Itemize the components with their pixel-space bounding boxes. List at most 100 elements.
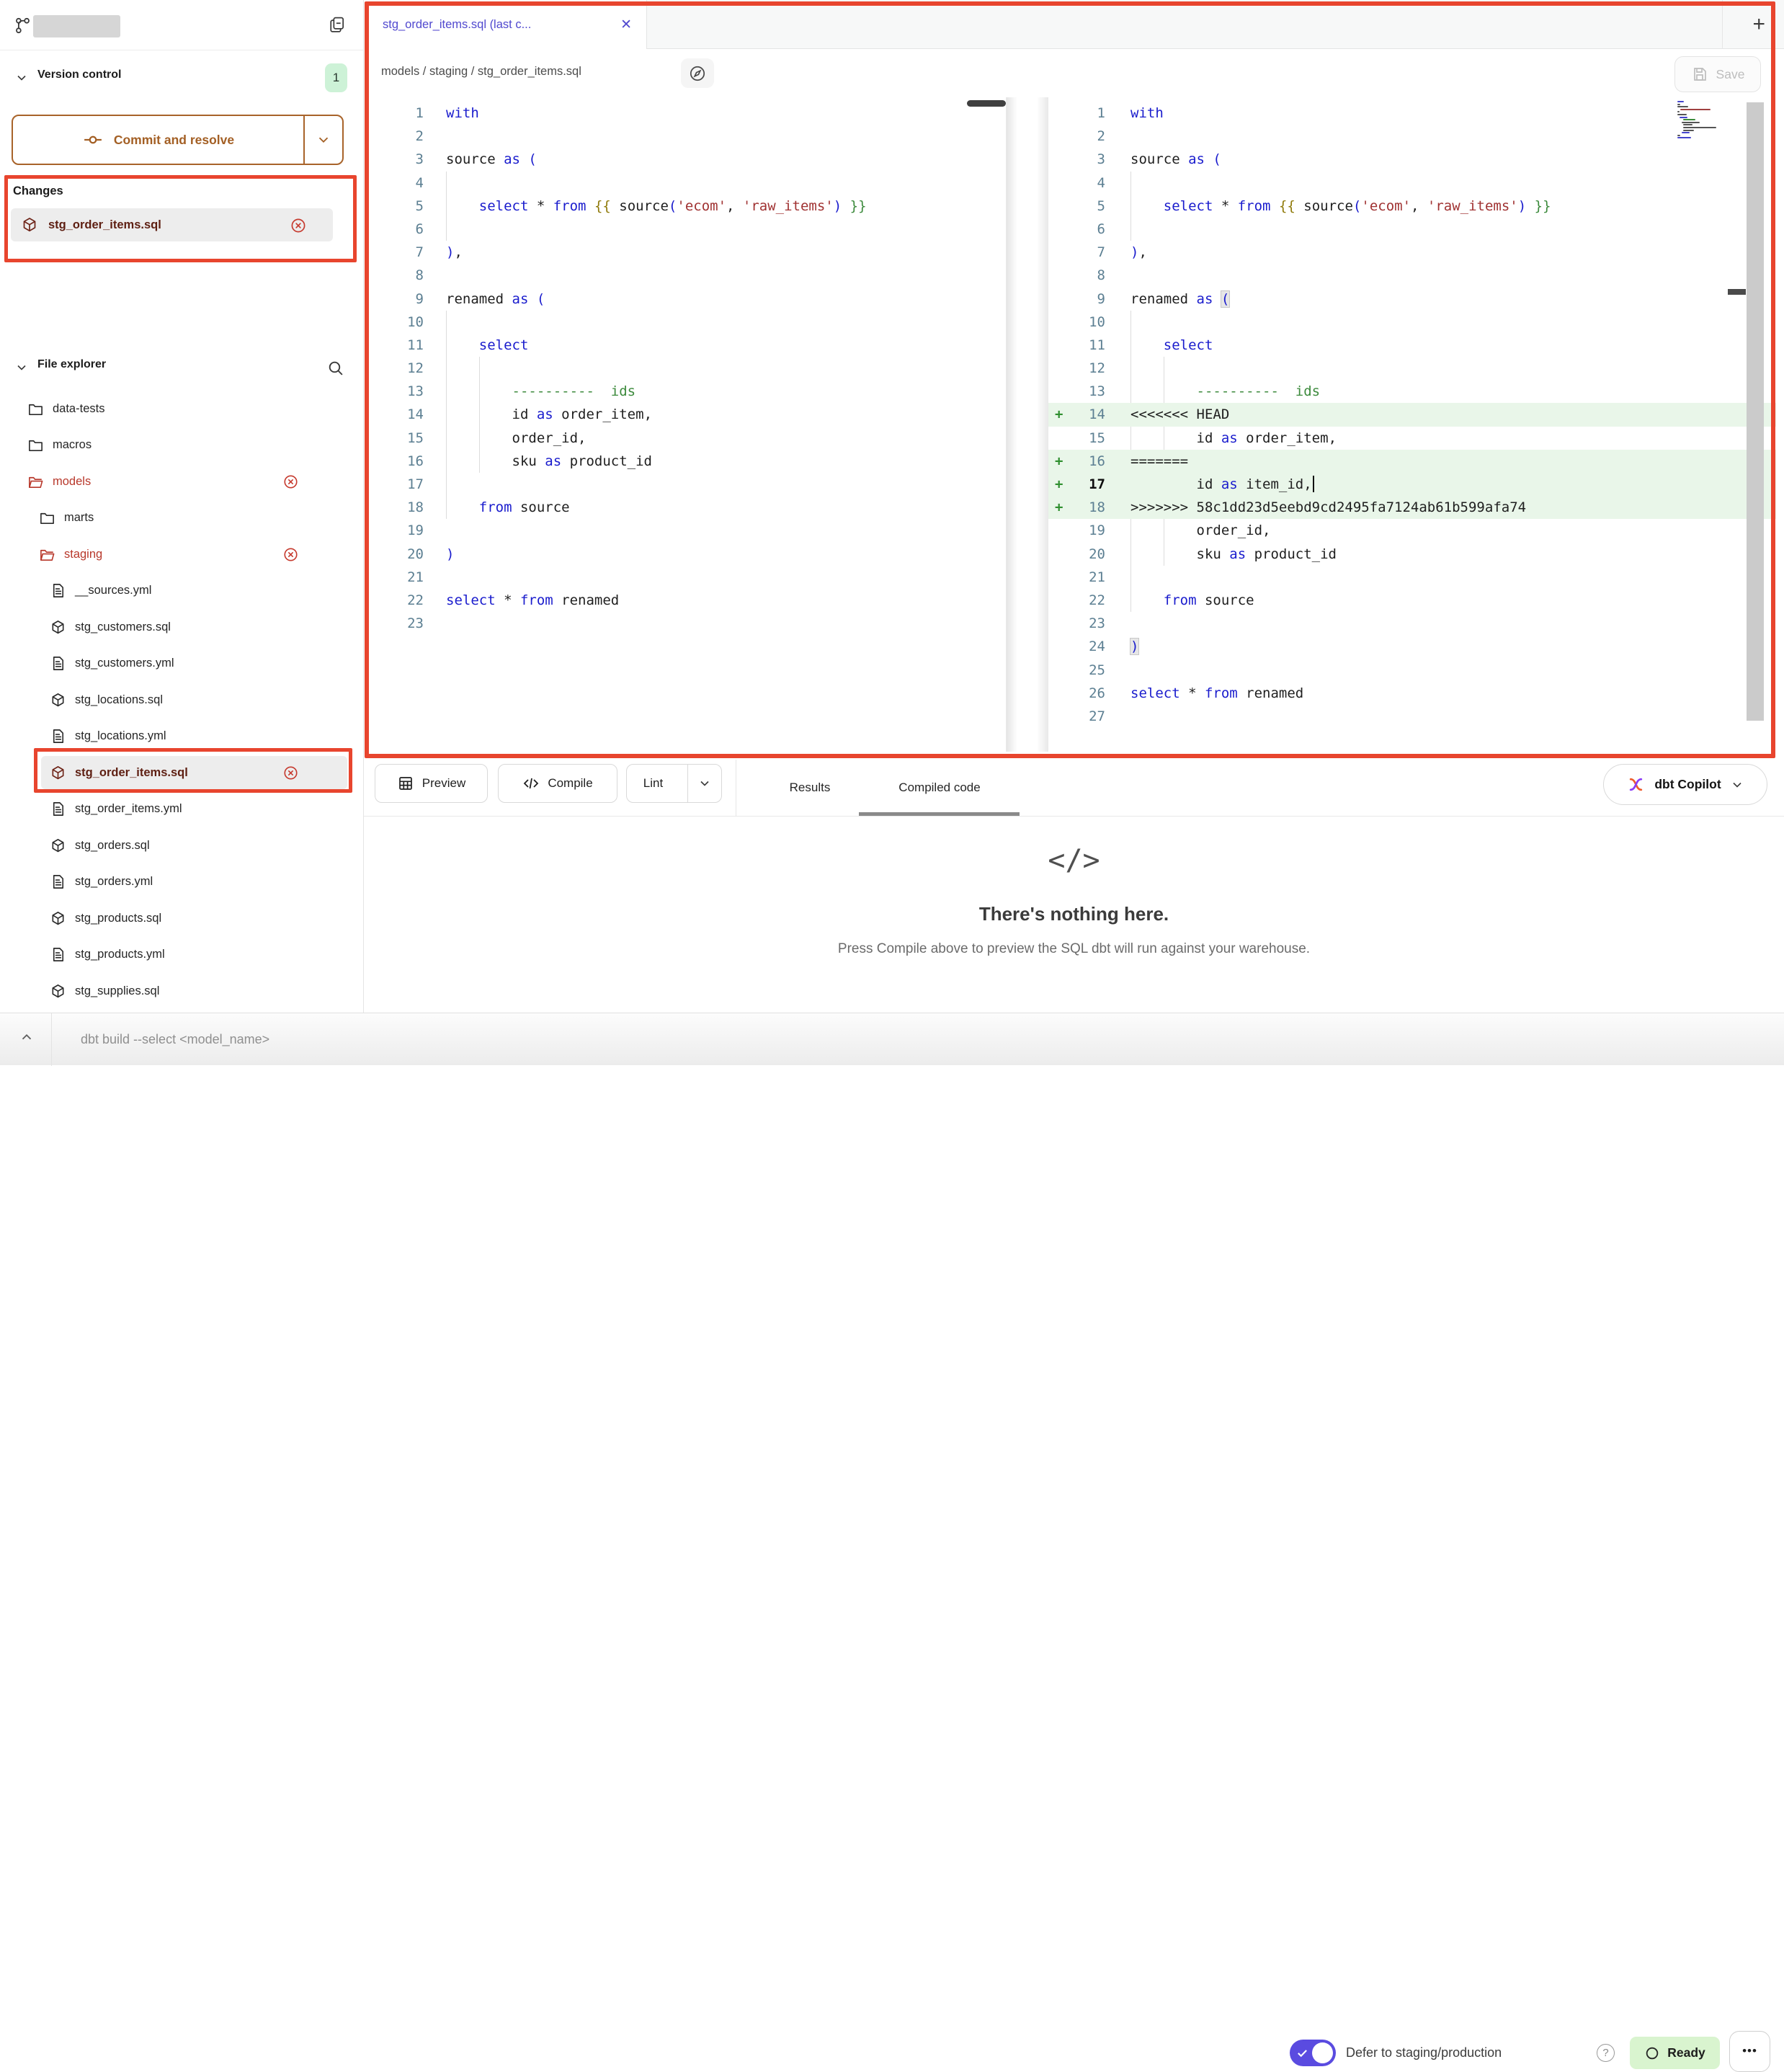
code-line[interactable]: 25 bbox=[1048, 659, 1776, 682]
file-tree-item-stg-customers-yml[interactable]: stg_customers.yml bbox=[0, 646, 363, 682]
code-line[interactable]: 8 bbox=[364, 264, 1006, 287]
code-line[interactable]: +17 id as item_id, bbox=[1048, 473, 1776, 496]
lint-options-dropdown[interactable] bbox=[687, 765, 721, 802]
code-line[interactable]: 14 id as order_item, bbox=[364, 403, 1006, 426]
tab-stg-order-items[interactable]: stg_order_items.sql (last c... ✕ bbox=[364, 0, 647, 49]
lint-button[interactable]: Lint bbox=[626, 764, 722, 803]
file-tree-item-stg-supplies-sql[interactable]: stg_supplies.sql bbox=[0, 973, 363, 1010]
code-line[interactable]: 23 bbox=[1048, 612, 1776, 635]
lineage-button[interactable] bbox=[681, 58, 714, 88]
file-tree-item-stg-order-items-yml[interactable]: stg_order_items.yml bbox=[0, 791, 363, 828]
code-line[interactable]: 1with bbox=[364, 102, 1006, 125]
code-line[interactable]: 20 sku as product_id bbox=[1048, 543, 1776, 566]
code-line[interactable]: +16======= bbox=[1048, 450, 1776, 473]
code-line[interactable]: 23 bbox=[364, 612, 1006, 635]
commit-and-resolve-main[interactable]: Commit and resolve bbox=[13, 116, 303, 164]
code-line[interactable]: 6 bbox=[1048, 218, 1776, 241]
file-tree-item-marts[interactable]: marts bbox=[0, 500, 363, 537]
file-tree-item-stg-products-sql[interactable]: stg_products.sql bbox=[0, 900, 363, 937]
code-line[interactable]: 11 select bbox=[1048, 334, 1776, 357]
file-tree-item-data-tests[interactable]: data-tests bbox=[0, 391, 363, 427]
code-line[interactable]: 15 order_id, bbox=[364, 427, 1006, 450]
file-tree-item-stg-orders-sql[interactable]: stg_orders.sql bbox=[0, 827, 363, 864]
more-options-button[interactable]: ••• bbox=[1729, 2031, 1770, 2072]
code-line[interactable]: 13 ---------- ids bbox=[364, 380, 1006, 403]
code-line[interactable]: 10 bbox=[364, 311, 1006, 334]
code-line[interactable]: 15 id as order_item, bbox=[1048, 427, 1776, 450]
search-icon[interactable] bbox=[326, 359, 344, 377]
file-tree-item-models[interactable]: models bbox=[0, 463, 363, 500]
git-branch-icon[interactable] bbox=[13, 16, 32, 35]
code-line[interactable]: 19 bbox=[364, 519, 1006, 542]
code-line[interactable]: 18 from source bbox=[364, 496, 1006, 519]
new-tab-icon[interactable]: + bbox=[1752, 12, 1765, 37]
file-tree-item-stg-customers-sql[interactable]: stg_customers.sql bbox=[0, 609, 363, 646]
code-line[interactable]: 9renamed as ( bbox=[1048, 288, 1776, 311]
command-input[interactable] bbox=[56, 1013, 1238, 1065]
help-icon[interactable]: ? bbox=[1597, 2044, 1615, 2062]
code-line[interactable]: 17 bbox=[364, 473, 1006, 496]
code-line[interactable]: 12 bbox=[1048, 357, 1776, 380]
preview-button[interactable]: Preview bbox=[375, 764, 488, 803]
file-tree-item-macros[interactable]: macros bbox=[0, 427, 363, 464]
code-line[interactable]: 22select * from renamed bbox=[364, 589, 1006, 612]
left-pane-scrollbar-thumb[interactable] bbox=[967, 100, 1006, 107]
editor-scrollbar-thumb[interactable] bbox=[1728, 289, 1746, 295]
code-line[interactable]: 5 select * from {{ source('ecom', 'raw_i… bbox=[1048, 195, 1776, 218]
code-line[interactable]: 7), bbox=[1048, 241, 1776, 264]
file-tree-item--sources-yml[interactable]: __sources.yml bbox=[0, 573, 363, 610]
code-line[interactable]: 21 bbox=[364, 566, 1006, 589]
code-line[interactable]: 22 from source bbox=[1048, 589, 1776, 612]
code-line[interactable]: 16 sku as product_id bbox=[364, 450, 1006, 473]
close-icon[interactable]: ✕ bbox=[620, 17, 632, 33]
editor-pane-right[interactable]: 1with23source as (45 select * from {{ so… bbox=[1048, 97, 1776, 752]
dbt-copilot-button[interactable]: dbt Copilot bbox=[1603, 764, 1767, 805]
changed-file-row[interactable]: stg_order_items.sql bbox=[11, 208, 333, 241]
file-tree-item-stg-orders-yml[interactable]: stg_orders.yml bbox=[0, 864, 363, 901]
file-tree-item-stg-locations-yml[interactable]: stg_locations.yml bbox=[0, 719, 363, 755]
code-line[interactable]: 8 bbox=[1048, 264, 1776, 287]
lint-label[interactable]: Lint bbox=[627, 776, 679, 791]
code-line[interactable]: 27 bbox=[1048, 705, 1776, 728]
code-line[interactable]: +14<<<<<<< HEAD bbox=[1048, 403, 1776, 426]
compile-button[interactable]: Compile bbox=[498, 764, 617, 803]
code-line[interactable]: 5 select * from {{ source('ecom', 'raw_i… bbox=[364, 195, 1006, 218]
minimap[interactable] bbox=[1677, 101, 1723, 140]
editor-scrollbar-track[interactable] bbox=[1747, 102, 1764, 721]
file-tree-item-staging[interactable]: staging bbox=[0, 536, 363, 573]
code-line[interactable]: 2 bbox=[364, 125, 1006, 148]
revert-x-icon[interactable] bbox=[282, 473, 299, 490]
code-line[interactable]: 10 bbox=[1048, 311, 1776, 334]
code-line[interactable]: 9renamed as ( bbox=[364, 288, 1006, 311]
revert-x-icon[interactable] bbox=[282, 765, 299, 781]
code-line[interactable]: 21 bbox=[1048, 566, 1776, 589]
file-explorer-header[interactable]: File explorer bbox=[0, 353, 363, 382]
expand-panel-icon[interactable] bbox=[19, 1029, 35, 1045]
version-control-header[interactable]: Version control 1 bbox=[0, 63, 363, 92]
copy-icon[interactable] bbox=[327, 14, 347, 35]
defer-toggle[interactable] bbox=[1290, 2040, 1336, 2066]
code-line[interactable]: 26select * from renamed bbox=[1048, 682, 1776, 705]
editor-pane-left[interactable]: 1with23source as (45 select * from {{ so… bbox=[364, 97, 1007, 752]
file-tree-item-stg-order-items-sql[interactable]: stg_order_items.sql bbox=[0, 755, 363, 791]
code-line[interactable]: 6 bbox=[364, 218, 1006, 241]
file-tree-item-stg-locations-sql[interactable]: stg_locations.sql bbox=[0, 682, 363, 719]
code-line[interactable]: 2 bbox=[1048, 125, 1776, 148]
tab-compiled-code[interactable]: Compiled code bbox=[868, 760, 1011, 816]
file-tree-item-stg-products-yml[interactable]: stg_products.yml bbox=[0, 937, 363, 974]
code-line[interactable]: 3source as ( bbox=[364, 148, 1006, 171]
code-line[interactable]: 4 bbox=[1048, 172, 1776, 195]
tab-results[interactable]: Results bbox=[780, 760, 839, 816]
code-line[interactable]: 24) bbox=[1048, 635, 1776, 658]
commit-options-dropdown[interactable] bbox=[303, 116, 342, 164]
code-line[interactable]: +18>>>>>>> 58c1dd23d5eebd9cd2495fa7124ab… bbox=[1048, 496, 1776, 519]
code-line[interactable]: 7), bbox=[364, 241, 1006, 264]
code-line[interactable]: 13 ---------- ids bbox=[1048, 380, 1776, 403]
code-line[interactable]: 3source as ( bbox=[1048, 148, 1776, 171]
code-line[interactable]: 1with bbox=[1048, 102, 1776, 125]
save-button[interactable]: Save bbox=[1674, 56, 1761, 92]
code-line[interactable]: 4 bbox=[364, 172, 1006, 195]
commit-and-resolve-button[interactable]: Commit and resolve bbox=[12, 115, 344, 165]
revert-x-icon[interactable] bbox=[282, 546, 299, 563]
code-line[interactable]: 12 bbox=[364, 357, 1006, 380]
